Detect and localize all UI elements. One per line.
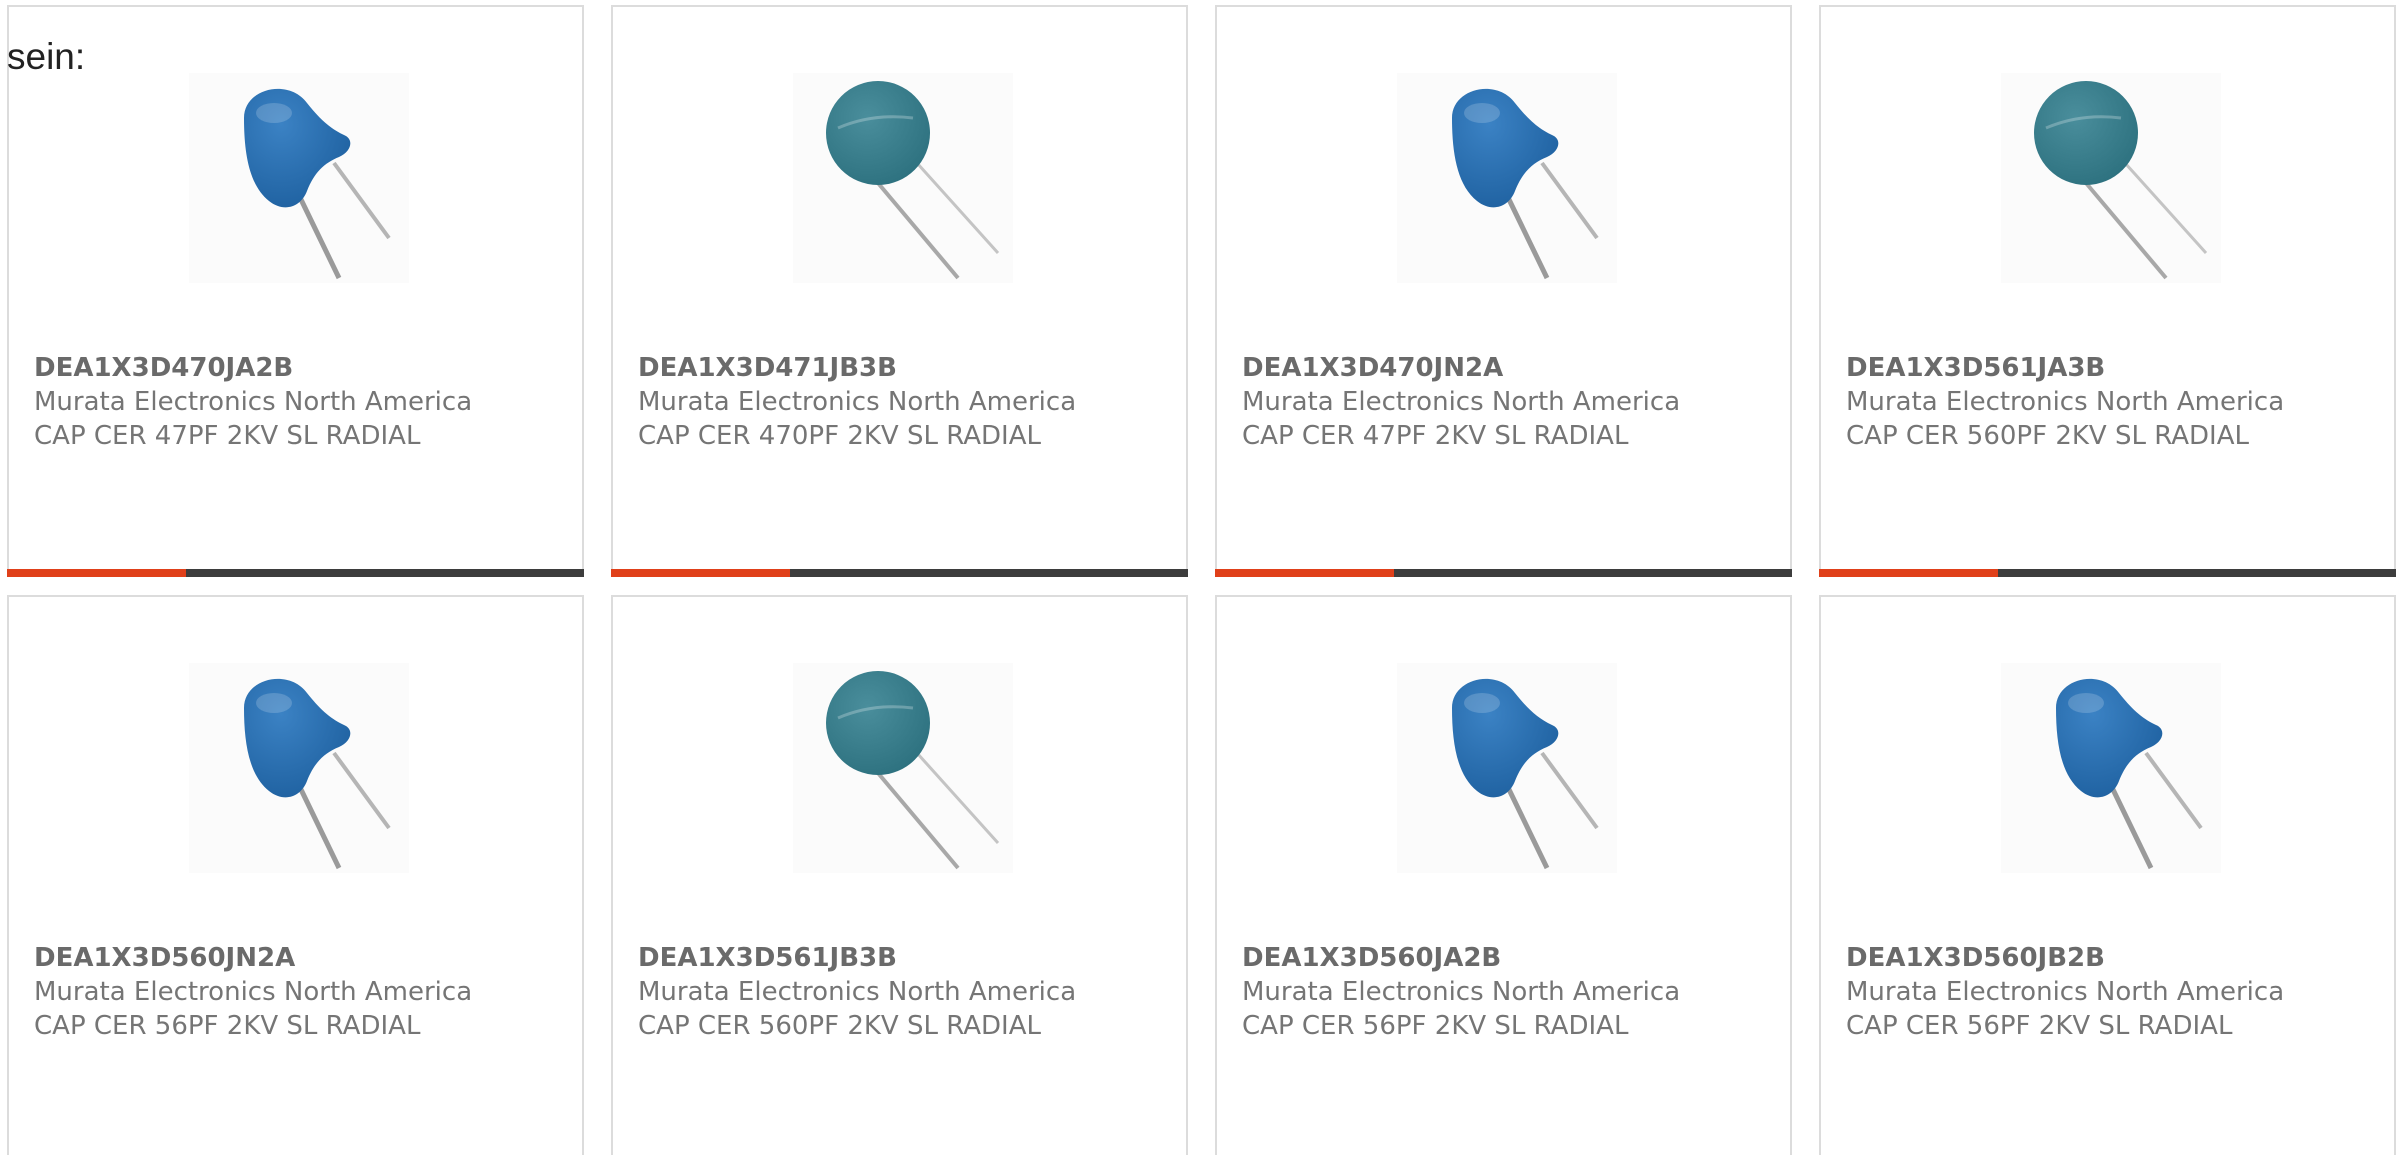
product-info: DEA1X3D561JA3B Murata Electronics North …	[1846, 351, 2384, 453]
part-number: DEA1X3D560JA2B	[1242, 943, 1502, 973]
manufacturer: Murata Electronics North America	[1846, 387, 2285, 417]
capacitor-teal-icon	[2001, 73, 2221, 283]
product-info: DEA1X3D471JB3B Murata Electronics North …	[638, 351, 1176, 453]
description: CAP CER 47PF 2KV SL RADIAL	[34, 421, 421, 451]
manufacturer: Murata Electronics North America	[638, 387, 1077, 417]
product-info: DEA1X3D560JB2B Murata Electronics North …	[1846, 941, 2384, 1043]
product-card[interactable]: DEA1X3D561JB3B Murata Electronics North …	[611, 595, 1188, 1155]
manufacturer: Murata Electronics North America	[34, 977, 473, 1007]
part-number: DEA1X3D560JN2A	[34, 943, 296, 973]
capacitor-blue-icon	[1397, 73, 1617, 283]
part-number: DEA1X3D471JB3B	[638, 353, 897, 383]
capacitor-teal-icon	[793, 73, 1013, 283]
progress-fill	[1215, 569, 1394, 577]
description: CAP CER 56PF 2KV SL RADIAL	[1242, 1011, 1629, 1041]
manufacturer: Murata Electronics North America	[638, 977, 1077, 1007]
product-card[interactable]: DEA1X3D560JB2B Murata Electronics North …	[1819, 595, 2396, 1155]
product-card[interactable]: DEA1X3D560JA2B Murata Electronics North …	[1215, 595, 1792, 1155]
product-info: DEA1X3D560JN2A Murata Electronics North …	[34, 941, 572, 1043]
progress-bar	[7, 569, 584, 577]
product-grid-page: sein: DEA1X3D470JA2B Murata Electronics …	[0, 0, 2400, 1155]
manufacturer: Murata Electronics North America	[1846, 977, 2285, 1007]
intro-text: sein:	[7, 36, 86, 77]
manufacturer: Murata Electronics North America	[34, 387, 473, 417]
product-card[interactable]: DEA1X3D471JB3B Murata Electronics North …	[611, 5, 1188, 577]
progress-bar	[1215, 569, 1792, 577]
part-number: DEA1X3D470JN2A	[1242, 353, 1504, 383]
capacitor-blue-icon	[189, 663, 409, 873]
capacitor-blue-icon	[1397, 663, 1617, 873]
product-card[interactable]: DEA1X3D470JN2A Murata Electronics North …	[1215, 5, 1792, 577]
product-card[interactable]: DEA1X3D560JN2A Murata Electronics North …	[7, 595, 584, 1155]
progress-fill	[7, 569, 186, 577]
product-info: DEA1X3D561JB3B Murata Electronics North …	[638, 941, 1176, 1043]
manufacturer: Murata Electronics North America	[1242, 977, 1681, 1007]
progress-bar	[611, 569, 1188, 577]
description: CAP CER 560PF 2KV SL RADIAL	[638, 1011, 1041, 1041]
capacitor-blue-icon	[2001, 663, 2221, 873]
capacitor-teal-icon	[793, 663, 1013, 873]
part-number: DEA1X3D561JB3B	[638, 943, 897, 973]
capacitor-blue-icon	[189, 73, 409, 283]
part-number: DEA1X3D560JB2B	[1846, 943, 2105, 973]
description: CAP CER 470PF 2KV SL RADIAL	[638, 421, 1041, 451]
progress-fill	[1819, 569, 1998, 577]
description: CAP CER 560PF 2KV SL RADIAL	[1846, 421, 2249, 451]
product-info: DEA1X3D560JA2B Murata Electronics North …	[1242, 941, 1780, 1043]
part-number: DEA1X3D561JA3B	[1846, 353, 2106, 383]
description: CAP CER 56PF 2KV SL RADIAL	[1846, 1011, 2233, 1041]
description: CAP CER 47PF 2KV SL RADIAL	[1242, 421, 1629, 451]
description: CAP CER 56PF 2KV SL RADIAL	[34, 1011, 421, 1041]
manufacturer: Murata Electronics North America	[1242, 387, 1681, 417]
product-info: DEA1X3D470JN2A Murata Electronics North …	[1242, 351, 1780, 453]
product-card[interactable]: DEA1X3D561JA3B Murata Electronics North …	[1819, 5, 2396, 577]
part-number: DEA1X3D470JA2B	[34, 353, 294, 383]
product-card[interactable]: DEA1X3D470JA2B Murata Electronics North …	[7, 5, 584, 577]
product-info: DEA1X3D470JA2B Murata Electronics North …	[34, 351, 572, 453]
progress-bar	[1819, 569, 2396, 577]
progress-fill	[611, 569, 790, 577]
